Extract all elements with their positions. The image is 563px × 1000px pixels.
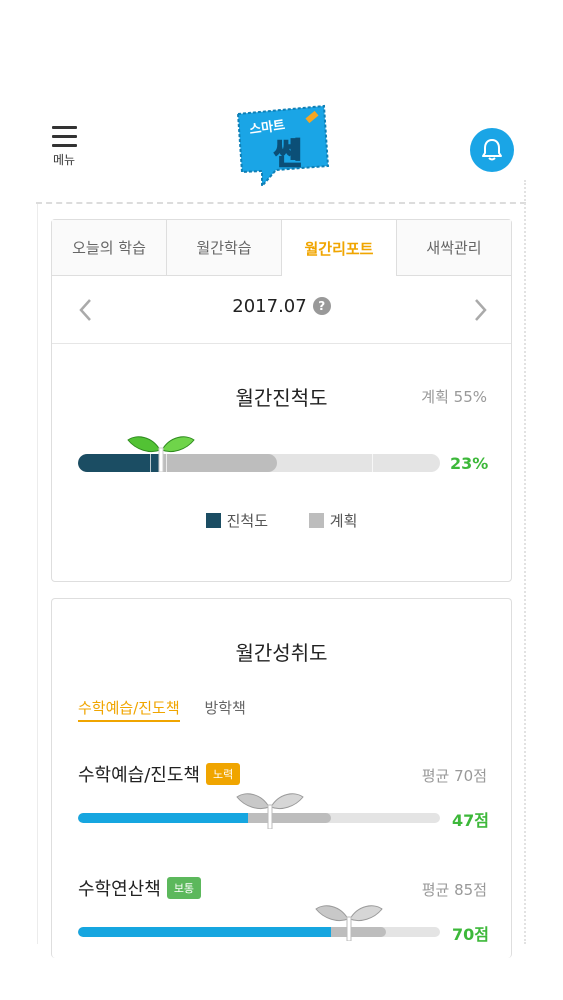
tab-monthly-study[interactable]: 월간학습 <box>167 220 282 276</box>
tab-today-study[interactable]: 오늘의 학습 <box>52 220 167 276</box>
row-title-math-calc: 수학연산책 보통 <box>78 875 202 901</box>
header-divider <box>36 202 526 204</box>
legend-swatch <box>205 513 221 528</box>
score-fill <box>78 927 332 937</box>
month-selector: 2017.07? <box>52 276 511 344</box>
hamburger-icon-bar <box>51 135 77 138</box>
score-fill <box>78 813 249 823</box>
progress-percent-label: 23% <box>450 454 489 473</box>
svg-text:쎈: 쎈 <box>274 137 302 172</box>
legend-item-plan: 계획 <box>308 510 358 531</box>
legend-label: 계획 <box>329 512 358 530</box>
hamburger-icon-bar <box>51 144 77 147</box>
tab-sprout-management[interactable]: 새싹관리 <box>397 220 511 276</box>
page-border-left <box>37 204 38 944</box>
sprout-marker-icon <box>127 436 195 472</box>
monthly-achievement-card: 월간성취도 수학예습/진도책 방학책 수학예습/진도책 노력 평균 70점 47점… <box>51 598 512 958</box>
progress-legend: 진척도 계획 <box>52 510 511 531</box>
legend-label: 진척도 <box>226 512 268 530</box>
subtab-vacation-book[interactable]: 방학책 <box>204 697 245 720</box>
status-badge: 보통 <box>166 877 202 899</box>
legend-swatch <box>308 513 324 528</box>
achievement-subtabs: 수학예습/진도책 방학책 <box>78 697 266 722</box>
row-title-text: 수학연산책 <box>78 879 161 900</box>
monthly-report-card: 오늘의 학습 월간학습 월간리포트 새싹관리 2017.07? 월간진척도 계획… <box>51 219 512 582</box>
average-score-label: 평균 85점 <box>421 881 487 899</box>
help-icon[interactable]: ? <box>312 297 331 315</box>
menu-label: 메뉴 <box>52 153 76 167</box>
chevron-right-icon[interactable] <box>468 296 492 324</box>
tab-monthly-report[interactable]: 월간리포트 <box>282 220 397 276</box>
achievement-title: 월간성취도 <box>235 641 328 665</box>
hamburger-icon <box>51 126 77 129</box>
bell-icon <box>482 139 502 161</box>
score-bar <box>78 927 440 937</box>
subtab-math-preview[interactable]: 수학예습/진도책 <box>78 697 180 722</box>
legend-item-progress: 진척도 <box>205 510 268 531</box>
main-tabs: 오늘의 학습 월간학습 월간리포트 새싹관리 <box>52 220 511 276</box>
progress-tick <box>372 454 373 472</box>
menu-button[interactable]: 메뉴 <box>48 126 80 170</box>
page-border-right <box>524 180 526 944</box>
smart-sen-logo: 스마트 쎈 <box>232 104 332 190</box>
sprout-average-marker-icon <box>315 905 383 941</box>
sprout-average-marker-icon <box>235 793 304 829</box>
score-label: 70점 <box>452 925 489 944</box>
average-score-label: 평균 70점 <box>421 767 487 785</box>
row-title-text: 수학예습/진도책 <box>78 765 200 786</box>
month-value: 2017.07 <box>232 296 307 317</box>
row-title-math-preview: 수학예습/진도책 노력 <box>78 761 241 787</box>
month-display: 2017.07? <box>52 296 511 317</box>
status-badge: 노력 <box>205 763 241 785</box>
score-label: 47점 <box>452 811 489 830</box>
notification-button[interactable] <box>470 128 514 172</box>
plan-percent-label: 계획 55% <box>421 388 487 406</box>
app-header: 메뉴 스마트 쎈 <box>0 0 563 205</box>
